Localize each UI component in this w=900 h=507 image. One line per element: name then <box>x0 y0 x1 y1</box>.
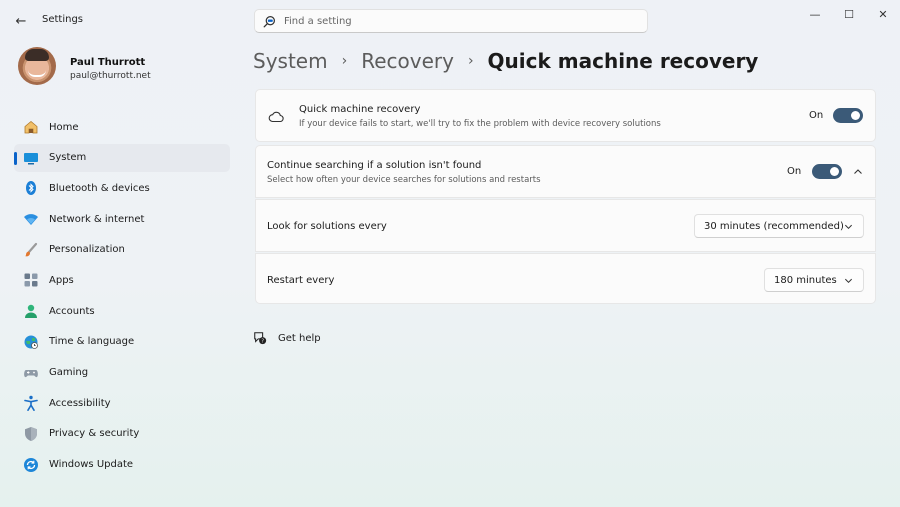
sidebar-item-system[interactable]: System <box>14 143 230 172</box>
breadcrumb: System › Recovery › Quick machine recove… <box>253 46 758 76</box>
breadcrumb-system[interactable]: System <box>253 49 328 73</box>
qmr-setting-card: Quick machine recovery If your device fa… <box>255 89 876 142</box>
gamepad-icon <box>22 364 40 382</box>
qmr-title: Quick machine recovery <box>299 104 421 115</box>
wifi-icon <box>22 210 40 228</box>
search-input[interactable] <box>284 15 624 27</box>
globe-clock-icon <box>22 333 40 351</box>
look-for-solutions-card: Look for solutions every 30 minutes (rec… <box>255 199 876 252</box>
sidebar-item-gaming[interactable]: Gaming <box>14 359 230 387</box>
svg-text:?: ? <box>261 338 264 344</box>
look-for-dropdown[interactable]: 30 minutes (recommended) <box>694 214 864 238</box>
continue-subtitle: Select how often your device searches fo… <box>267 175 541 185</box>
settings-window: ← Settings — ☐ ✕ Paul Thurrott paul@thur… <box>0 0 900 507</box>
sidebar-item-label: Privacy & security <box>49 428 140 440</box>
help-chat-icon: ? <box>254 332 267 344</box>
get-help-link[interactable]: ? Get help <box>253 331 321 345</box>
apps-icon <box>22 271 40 289</box>
sidebar-item-label: Accounts <box>49 305 95 317</box>
restart-every-card: Restart every 180 minutes <box>255 253 876 304</box>
sidebar-nav: Home System Bluetooth & devices Network … <box>14 113 230 481</box>
sidebar-item-label: Apps <box>49 274 74 286</box>
bluetooth-icon <box>22 179 40 197</box>
title-bar: ← Settings — ☐ ✕ <box>0 0 900 40</box>
accessibility-icon <box>22 394 40 412</box>
cloud-icon <box>268 111 284 123</box>
qmr-toggle[interactable] <box>833 108 863 123</box>
chevron-up-icon[interactable] <box>853 167 863 177</box>
restart-dropdown[interactable]: 180 minutes <box>764 268 864 292</box>
look-for-label: Look for solutions every <box>267 221 387 232</box>
window-controls: — ☐ ✕ <box>798 0 900 30</box>
chevron-down-icon <box>844 224 853 230</box>
update-icon <box>22 456 40 474</box>
sidebar-item-accounts[interactable]: Accounts <box>14 297 230 325</box>
home-icon <box>22 118 40 136</box>
breadcrumb-recovery[interactable]: Recovery <box>361 49 454 73</box>
sidebar-item-label: Time & language <box>49 336 135 348</box>
sidebar-item-home[interactable]: Home <box>14 113 230 141</box>
sidebar-item-label: System <box>49 152 87 164</box>
app-title: Settings <box>42 14 84 25</box>
page-title: Quick machine recovery <box>487 49 759 73</box>
get-help-label: Get help <box>278 332 321 344</box>
sidebar-item-label: Gaming <box>49 367 89 378</box>
system-icon <box>22 149 40 167</box>
sidebar-item-apps[interactable]: Apps <box>14 266 230 294</box>
continue-title: Continue searching if a solution isn't f… <box>267 160 482 171</box>
chevron-right-icon: › <box>467 53 474 69</box>
search-box[interactable] <box>254 9 648 33</box>
chevron-right-icon: › <box>341 53 348 69</box>
restart-label: Restart every <box>267 275 335 286</box>
chevron-down-icon <box>844 278 853 284</box>
sidebar-item-time-language[interactable]: Time & language <box>14 328 230 356</box>
qmr-toggle-state: On <box>809 110 824 121</box>
brush-icon <box>22 241 40 259</box>
maximize-button[interactable]: ☐ <box>832 0 866 28</box>
sidebar-item-accessibility[interactable]: Accessibility <box>14 389 230 417</box>
close-button[interactable]: ✕ <box>866 0 900 28</box>
sidebar-item-network[interactable]: Network & internet <box>14 205 230 233</box>
minimize-icon: — <box>809 7 821 21</box>
sidebar-item-privacy[interactable]: Privacy & security <box>14 420 230 448</box>
sidebar-item-label: Accessibility <box>49 397 111 409</box>
back-button[interactable]: ← <box>10 10 32 32</box>
sidebar-item-windows-update[interactable]: Windows Update <box>14 451 230 479</box>
sidebar-item-label: Home <box>49 121 79 133</box>
profile-name: Paul Thurrott <box>70 57 146 68</box>
sidebar-item-label: Bluetooth & devices <box>49 182 150 194</box>
avatar[interactable] <box>18 47 56 85</box>
sidebar-item-bluetooth[interactable]: Bluetooth & devices <box>14 174 230 202</box>
continue-toggle[interactable] <box>812 164 842 179</box>
sidebar-item-label: Network & internet <box>49 213 145 225</box>
back-arrow-icon: ← <box>15 13 27 29</box>
restart-value: 180 minutes <box>774 274 837 286</box>
search-icon <box>263 15 275 27</box>
profile-email: paul@thurrott.net <box>70 71 151 81</box>
close-icon: ✕ <box>878 7 888 21</box>
sidebar-item-personalization[interactable]: Personalization <box>14 236 230 264</box>
continue-toggle-state: On <box>787 166 802 177</box>
shield-icon <box>22 425 40 443</box>
sidebar-item-label: Personalization <box>49 244 125 256</box>
minimize-button[interactable]: — <box>798 0 832 28</box>
qmr-subtitle: If your device fails to start, we'll try… <box>299 119 661 129</box>
look-for-value: 30 minutes (recommended) <box>704 220 844 232</box>
sidebar-item-label: Windows Update <box>49 459 134 471</box>
person-icon <box>22 302 40 320</box>
continue-searching-card[interactable]: Continue searching if a solution isn't f… <box>255 145 876 198</box>
maximize-icon: ☐ <box>844 7 854 21</box>
